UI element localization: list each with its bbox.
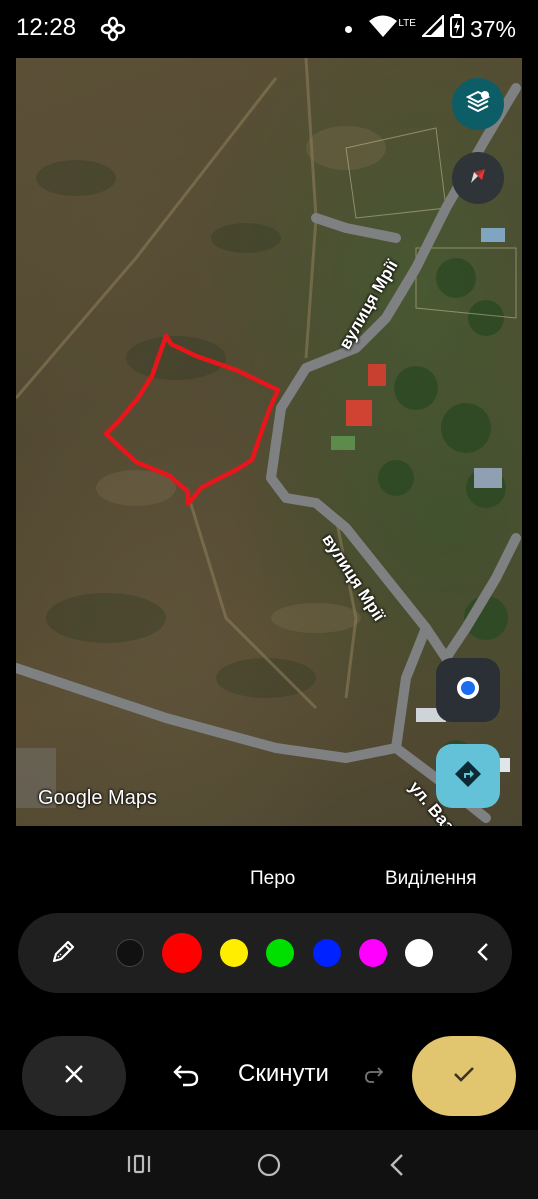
lte-label: LTE xyxy=(398,17,416,29)
color-swatch-magenta[interactable] xyxy=(359,939,387,967)
dot-icon xyxy=(345,25,353,33)
close-icon xyxy=(63,1063,85,1090)
recents-icon[interactable] xyxy=(126,1152,152,1181)
status-bar: 12:28 LTE 37% xyxy=(0,0,538,58)
battery-icon xyxy=(449,14,464,44)
system-nav-bar xyxy=(0,1130,538,1199)
fan-icon xyxy=(100,16,126,47)
compass-icon xyxy=(466,164,490,193)
undo-icon[interactable] xyxy=(172,1062,200,1093)
directions-icon xyxy=(454,760,482,793)
highlight-tab[interactable]: Виділення xyxy=(385,868,477,890)
layers-icon xyxy=(465,89,491,120)
redo-icon[interactable] xyxy=(364,1066,384,1089)
wifi-icon xyxy=(368,14,398,44)
google-maps-watermark: Google Maps xyxy=(38,787,157,809)
my-location-icon xyxy=(455,675,481,706)
confirm-button[interactable] xyxy=(412,1036,516,1116)
color-toolbar xyxy=(18,913,512,993)
color-swatch-red-selected[interactable] xyxy=(162,933,202,973)
layers-button[interactable] xyxy=(452,78,504,130)
directions-button[interactable] xyxy=(436,744,500,808)
color-swatch-green[interactable] xyxy=(266,939,294,967)
home-icon[interactable] xyxy=(256,1152,282,1183)
cancel-button[interactable] xyxy=(22,1036,126,1116)
pen-icon[interactable] xyxy=(48,937,78,972)
collapse-chevron-icon[interactable] xyxy=(476,941,490,968)
color-swatch-black[interactable] xyxy=(116,939,144,967)
color-swatch-blue[interactable] xyxy=(313,939,341,967)
pen-tab[interactable]: Перо xyxy=(250,868,295,890)
clock: 12:28 xyxy=(16,14,77,41)
battery-percent: 37% xyxy=(469,15,516,42)
my-location-button[interactable] xyxy=(436,658,500,722)
signal-icon xyxy=(420,13,444,43)
back-icon[interactable] xyxy=(388,1152,406,1183)
map-view[interactable]: вулиця Мрії вулиця Мрії ул. Вазо Google … xyxy=(16,58,522,826)
compass-button[interactable] xyxy=(452,152,504,204)
reset-button[interactable]: Скинути xyxy=(238,1060,329,1088)
color-swatch-white[interactable] xyxy=(405,939,433,967)
check-icon xyxy=(452,1064,476,1089)
color-swatch-yellow[interactable] xyxy=(220,939,248,967)
